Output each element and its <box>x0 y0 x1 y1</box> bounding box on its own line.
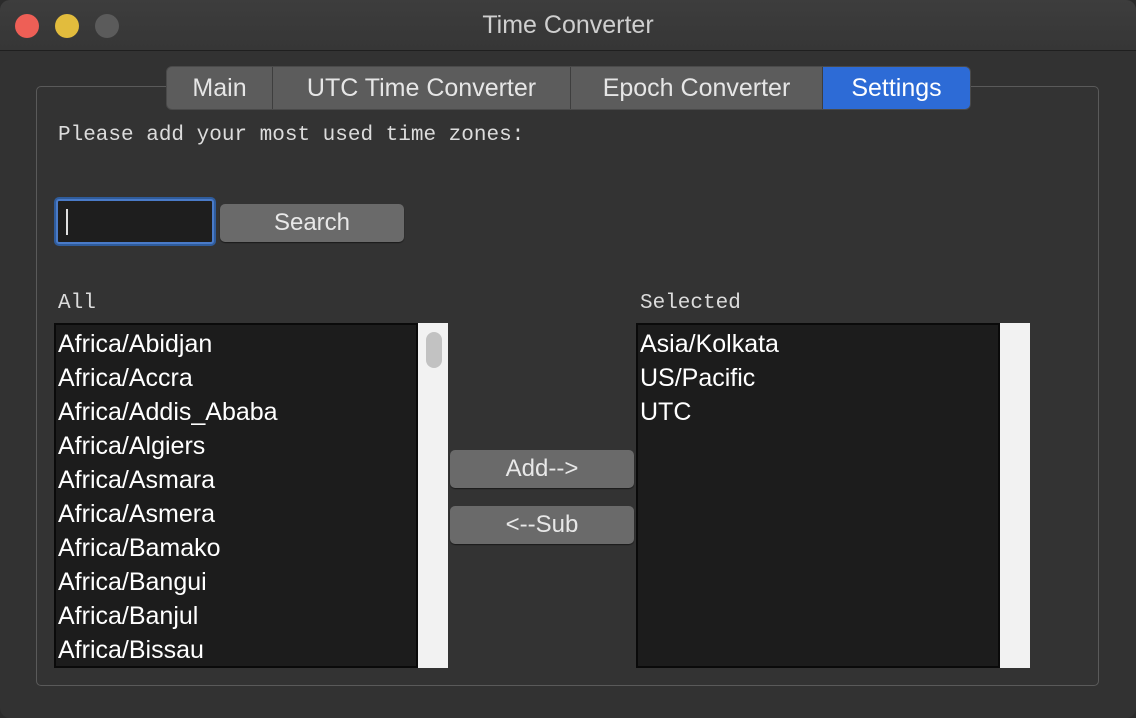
list-item[interactable]: UTC <box>638 395 998 429</box>
search-button[interactable]: Search <box>220 204 404 242</box>
app-window: Time Converter Main UTC Time Converter E… <box>0 0 1136 718</box>
all-zones-scrollbar[interactable] <box>418 323 448 668</box>
tab-epoch-converter[interactable]: Epoch Converter <box>571 67 823 109</box>
add-button[interactable]: Add--> <box>450 450 634 488</box>
list-item[interactable]: Africa/Bamako <box>56 531 416 565</box>
selected-zones-list[interactable]: Asia/Kolkata US/Pacific UTC <box>636 323 1000 668</box>
settings-prompt: Please add your most used time zones: <box>58 124 525 147</box>
search-input[interactable] <box>56 199 214 244</box>
list-item[interactable]: Africa/Bissau <box>56 633 416 666</box>
list-item[interactable]: Africa/Banjul <box>56 599 416 633</box>
list-item[interactable]: Africa/Addis_Ababa <box>56 395 416 429</box>
selected-zones-scrollbar[interactable] <box>1000 323 1030 668</box>
tab-utc-time-converter[interactable]: UTC Time Converter <box>273 67 571 109</box>
tab-settings[interactable]: Settings <box>823 67 970 109</box>
all-zones-list[interactable]: Africa/Abidjan Africa/Accra Africa/Addis_A… <box>54 323 418 668</box>
title-bar[interactable]: Time Converter <box>0 0 1136 51</box>
list-item[interactable]: Africa/Bangui <box>56 565 416 599</box>
tab-bar: Main UTC Time Converter Epoch Converter … <box>166 66 971 110</box>
all-zones-label: All <box>58 292 96 315</box>
tab-main[interactable]: Main <box>167 67 273 109</box>
list-item[interactable]: Africa/Abidjan <box>56 327 416 361</box>
list-item[interactable]: Africa/Asmara <box>56 463 416 497</box>
list-item[interactable]: Africa/Algiers <box>56 429 416 463</box>
text-caret <box>66 209 68 235</box>
window-title: Time Converter <box>482 11 654 39</box>
scrollbar-thumb[interactable] <box>426 332 442 368</box>
selected-zones-label: Selected <box>640 292 741 315</box>
list-item[interactable]: Africa/Accra <box>56 361 416 395</box>
list-item[interactable]: Asia/Kolkata <box>638 327 998 361</box>
sub-button[interactable]: <--Sub <box>450 506 634 544</box>
list-item[interactable]: US/Pacific <box>638 361 998 395</box>
list-item[interactable]: Africa/Asmera <box>56 497 416 531</box>
